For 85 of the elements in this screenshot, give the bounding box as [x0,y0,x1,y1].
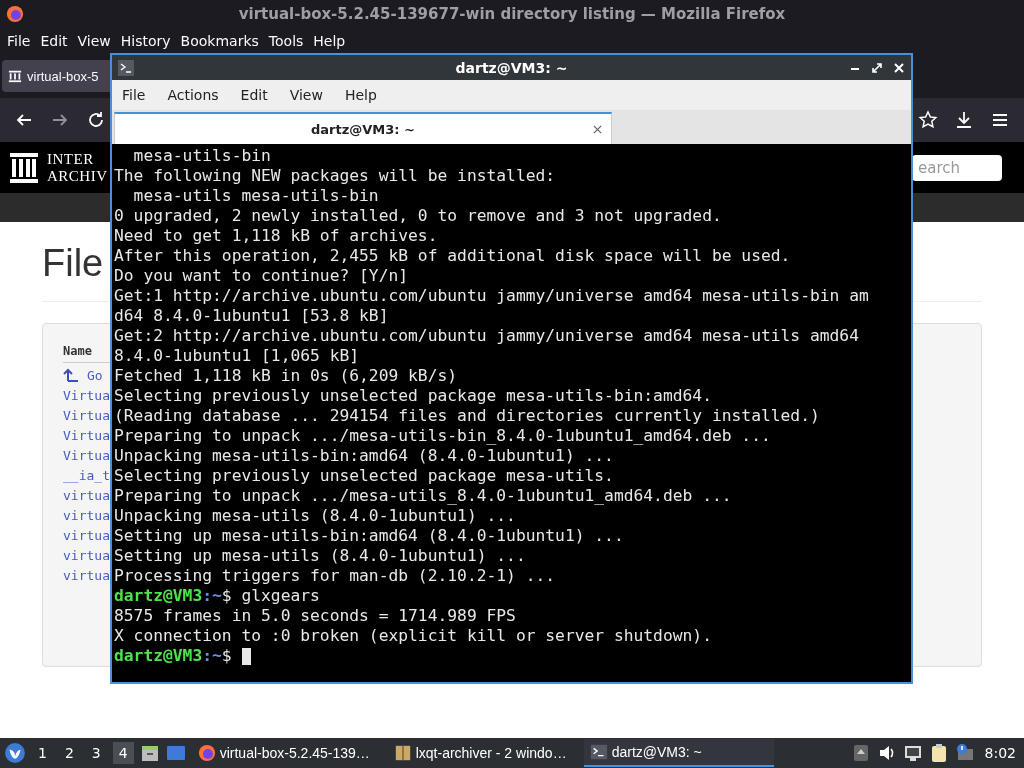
terminal-line: Setting up mesa-utils (8.4.0-1ubuntu1) ... [114,546,526,566]
menu-item[interactable]: View [283,87,329,103]
browser-tab[interactable]: virtual-box-5 [2,60,112,92]
workspace-button[interactable]: 2 [58,742,80,764]
terminal-line: Setting up mesa-utils-bin:amd64 (8.4.0-1ubuntu1) ... [114,526,624,546]
terminal-line: 8575 frames in 5.0 seconds = 1714.989 FPS [114,606,516,626]
file-link[interactable]: virtua [63,547,110,563]
file-link[interactable]: virtua [63,527,110,543]
terminal-line: Need to get 1,118 kB of archives. [114,226,438,246]
up-arrow-icon[interactable] [63,367,79,383]
prompt-line: dartz@VM3:~$ [114,646,232,666]
file-manager-icon[interactable] [139,743,160,763]
restore-icon[interactable] [871,61,883,74]
terminal-line: mesa-utils-bin [132,146,271,166]
menu-item[interactable]: Edit [234,87,274,103]
prompt-line: dartz@VM3:~$ glxgears [114,586,320,606]
menu-item[interactable]: Edit [35,33,73,49]
terminal-line: 0 upgraded, 2 newly installed, 0 to remove and 3 not upgraded. [114,206,722,226]
terminal-line: mesa-utils mesa-utils-bin [132,186,379,206]
file-link[interactable]: __ia_t [63,467,110,483]
menu-item[interactable]: Tools [263,33,309,49]
page-heading: File [42,242,104,285]
workspace-button[interactable]: 4 [112,742,134,764]
workspace-button[interactable]: 1 [32,742,53,764]
terminal-line: Get:2 http://archive.ubuntu.com/ubuntu jammy/universe amd64 mesa-utils amd64 [114,326,859,346]
file-link[interactable]: virtua [63,567,110,583]
terminal-line: Preparing to unpack .../mesa-utils-bin_8.4.0-1ubuntu1_amd64.deb ... [114,426,771,446]
clock[interactable]: 8:02 [984,745,1016,761]
menu-item[interactable]: File [116,87,152,103]
tab-title: virtual-box-5 [27,68,99,84]
window-title: dartz@VM3: ~ [455,59,568,76]
file-link[interactable]: Virtua [63,407,110,423]
file-link[interactable]: virtua [63,487,110,503]
file-link[interactable]: Go [87,367,103,383]
menu-item[interactable]: Actions [161,87,225,103]
desktop-icon[interactable] [165,743,186,763]
terminal-line: Unpacking mesa-utils (8.4.0-1ubuntu1) ... [114,506,516,526]
menu-item[interactable]: View [72,33,116,49]
terminal-line: Selecting previously unselected package mesa-utils. [114,466,614,486]
firefox-icon[interactable] [6,5,24,23]
terminal-line: X connection to :0 broken (explicit kill or server shutdown). [114,626,712,646]
file-link[interactable]: Virtua [63,427,110,443]
file-link[interactable]: Virtua [63,447,110,463]
terminal-line: Preparing to unpack .../mesa-utils_8.4.0-1ubuntu1_amd64.deb ... [114,486,732,506]
terminal-line: Fetched 1,118 kB in 0s (6,209 kB/s) [114,366,458,386]
notification-icon[interactable] [954,743,975,763]
terminal-line: (Reading database ... 294154 files and directories currently installed.) [114,406,820,426]
taskbar-item[interactable]: dartz@VM3: ~ [583,739,774,767]
taskbar-item[interactable]: virtual-box-5.2.45-139… [191,739,382,767]
menu-item[interactable]: Bookmarks [175,33,264,49]
close-icon[interactable] [592,123,603,135]
terminal-area[interactable] [112,144,911,682]
terminal-line: After this operation, 2,455 kB of additional disk space will be used. [114,246,791,266]
terminal-line: Unpacking mesa-utils-bin:amd64 (8.4.0-1ubuntu1) ... [114,446,614,466]
network-icon[interactable] [902,743,923,763]
building-icon [8,69,22,83]
logo-text: INTER [47,150,95,168]
terminal-tab[interactable]: dartz@VM3: ~ [114,112,612,144]
download-icon[interactable] [954,110,974,130]
terminal-line: Get:1 http://archive.ubuntu.com/ubuntu jammy/universe amd64 mesa-utils-bin am [114,286,869,306]
taskbar-item[interactable]: lxqt-archiver - 2 windo… [387,739,578,767]
terminal-line: d64 8.4.0-1ubuntu1 [53.8 kB] [114,306,389,326]
terminal-line: The following NEW packages will be installed: [114,166,556,186]
terminal-line: Selecting previously unselected package mesa-utils-bin:amd64. [114,386,712,406]
file-link[interactable]: Virtua [63,387,110,403]
menu-item[interactable]: File [2,33,36,49]
menu-item[interactable]: Help [308,33,351,49]
search-field[interactable]: earch [912,154,1002,181]
star-icon[interactable] [918,110,938,130]
workspace-button[interactable]: 3 [85,742,107,764]
file-link[interactable]: virtua [63,507,110,523]
tab-title: dartz@VM3: ~ [311,121,415,137]
terminal-icon[interactable] [118,59,134,76]
terminal-line: Do you want to continue? [Y/n] [114,266,409,286]
window-title: virtual-box-5.2.45-139677-win directory listing — Mozilla Firefox [238,5,786,23]
start-menu-icon[interactable] [4,742,26,764]
menu-item[interactable]: Help [338,87,383,103]
terminal-icon [589,743,608,761]
terminal-line: Processing triggers for man-db (2.10.2-1) ... [114,566,556,586]
menu-item[interactable]: History [115,33,176,49]
archive-icon [393,744,412,762]
firefox-icon [197,744,216,762]
logo-text: ARCHIV [47,167,108,185]
building-icon[interactable] [10,152,38,183]
reload-icon[interactable] [86,110,106,130]
